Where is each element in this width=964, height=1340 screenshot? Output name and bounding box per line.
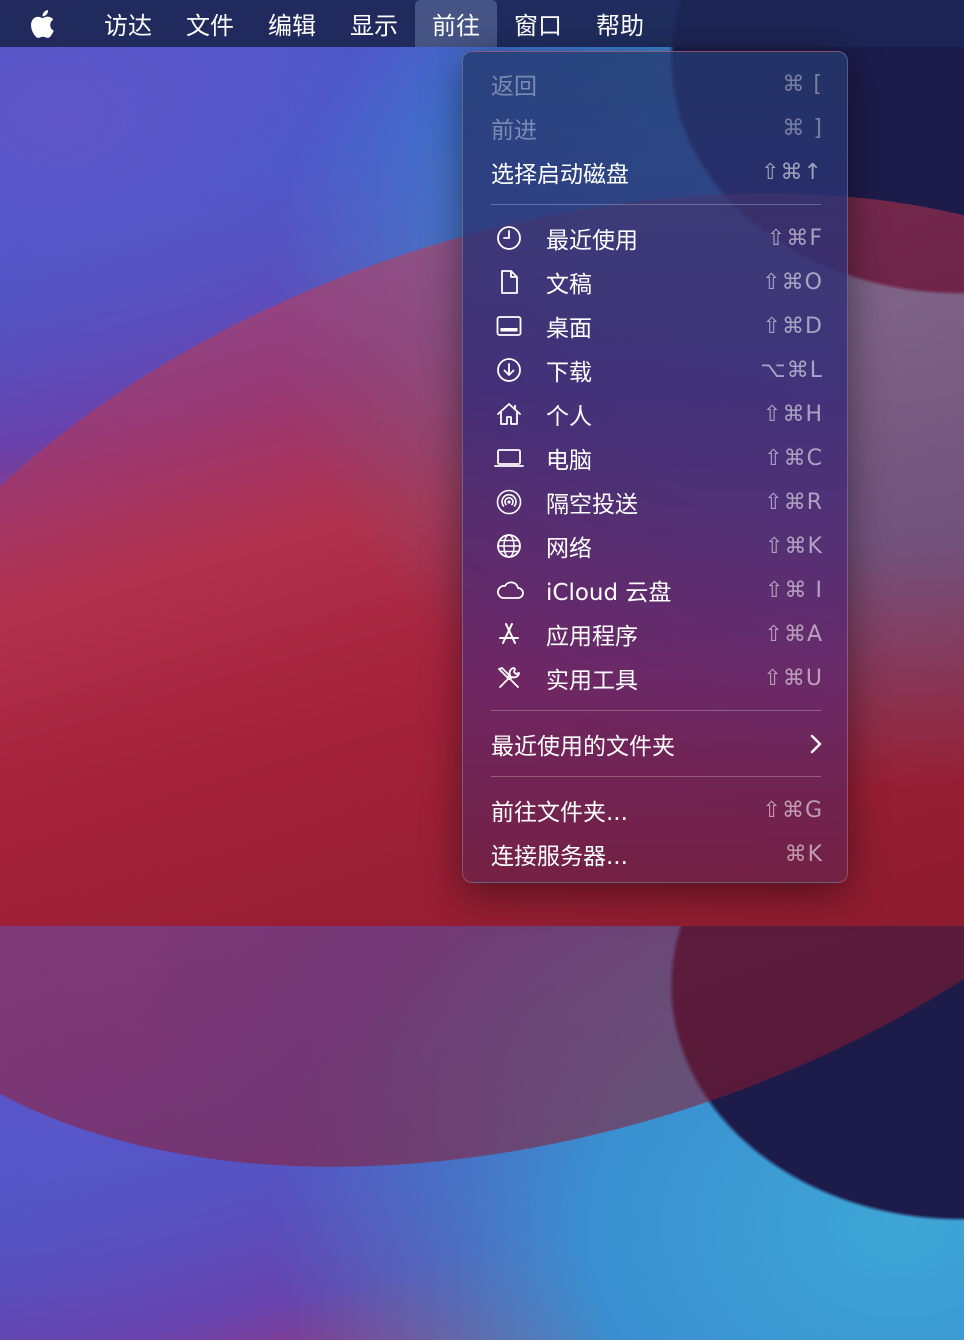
menu-item-computer[interactable]: 电脑 ⇧⌘C	[463, 436, 849, 480]
menu-item-downloads[interactable]: 下载 ⌥⌘L	[463, 348, 849, 392]
chevron-right-icon	[810, 734, 822, 754]
menu-item-label: 下载	[546, 360, 592, 386]
menu-item-label: 选择启动磁盘	[491, 162, 629, 188]
menu-item-forward: 前进 ⌘ ]	[463, 106, 849, 150]
laptop-icon	[494, 449, 524, 467]
menu-item-shortcut: ⇧⌘K	[765, 533, 823, 559]
menu-item-shortcut: ⌘ [	[782, 71, 823, 97]
menu-item-label: iCloud 云盘	[546, 580, 672, 606]
tools-icon	[498, 667, 520, 688]
menu-bar: 访达 文件 编辑 显示 前往 窗口 帮助	[0, 0, 964, 47]
document-icon	[501, 270, 518, 294]
menu-item-label: 网络	[546, 536, 592, 562]
menu-item-shortcut: ⇧⌘O	[762, 269, 823, 295]
menubar-go[interactable]: 前往	[415, 0, 497, 47]
menu-item-label: 前进	[491, 118, 537, 144]
menu-item-go-to-folder[interactable]: 前往文件夹... ⇧⌘G	[463, 788, 849, 832]
menu-item-icloud[interactable]: iCloud 云盘 ⇧⌘ I	[463, 568, 849, 612]
menu-item-shortcut: ⇧⌘ I	[765, 577, 823, 603]
menu-item-shortcut: ⇧⌘U	[763, 665, 823, 691]
home-icon	[497, 403, 521, 425]
menubar-finder[interactable]: 访达	[87, 0, 169, 47]
menubar-help[interactable]: 帮助	[579, 0, 661, 47]
menu-item-label: 应用程序	[546, 624, 638, 650]
desktop-icon	[496, 316, 522, 336]
menu-item-label: 隔空投送	[546, 492, 638, 518]
menu-item-label: 文稿	[546, 272, 592, 298]
menu-item-label: 连接服务器...	[491, 844, 628, 870]
menu-item-label: 电脑	[546, 448, 592, 474]
menubar-edit[interactable]: 编辑	[251, 0, 333, 47]
menu-item-desktop[interactable]: 桌面 ⇧⌘D	[463, 304, 849, 348]
menu-item-label: 最近使用的文件夹	[491, 734, 675, 760]
menu-item-shortcut: ⇧⌘A	[764, 621, 823, 647]
menu-item-shortcut: ⇧⌘↑	[761, 159, 823, 185]
menu-item-applications[interactable]: 应用程序 ⇧⌘A	[463, 612, 849, 656]
menu-item-label: 最近使用	[546, 228, 638, 254]
menu-item-utilities[interactable]: 实用工具 ⇧⌘U	[463, 656, 849, 700]
globe-icon	[497, 534, 521, 558]
menu-item-connect-server[interactable]: 连接服务器... ⌘K	[463, 832, 849, 876]
menu-item-documents[interactable]: 文稿 ⇧⌘O	[463, 260, 849, 304]
menu-item-airdrop[interactable]: 隔空投送 ⇧⌘R	[463, 480, 849, 524]
menu-separator	[491, 710, 821, 711]
menu-item-back: 返回 ⌘ [	[463, 62, 849, 106]
menu-item-home[interactable]: 个人 ⇧⌘H	[463, 392, 849, 436]
menu-item-label: 桌面	[546, 316, 592, 342]
menu-item-recents[interactable]: 最近使用 ⇧⌘F	[463, 216, 849, 260]
menu-item-shortcut: ⌥⌘L	[760, 357, 823, 383]
menu-item-recent-folders[interactable]: 最近使用的文件夹	[463, 722, 849, 766]
airdrop-icon	[496, 489, 522, 515]
menu-item-label: 个人	[546, 404, 592, 430]
menu-item-label: 返回	[491, 74, 537, 100]
menubar-view[interactable]: 显示	[333, 0, 415, 47]
menubar-window[interactable]: 窗口	[497, 0, 579, 47]
menu-item-shortcut: ⌘ ]	[782, 115, 823, 141]
menu-item-shortcut: ⇧⌘G	[762, 797, 823, 823]
menu-item-shortcut: ⇧⌘F	[766, 225, 823, 251]
menu-item-shortcut: ⇧⌘R	[764, 489, 823, 515]
menu-item-label: 前往文件夹...	[491, 800, 628, 826]
menubar-file[interactable]: 文件	[169, 0, 251, 47]
download-icon	[497, 358, 521, 382]
cloud-icon	[497, 581, 524, 599]
menu-item-shortcut: ⇧⌘H	[763, 401, 823, 427]
clock-icon	[497, 226, 521, 250]
menu-item-shortcut: ⇧⌘D	[762, 313, 823, 339]
menu-item-network[interactable]: 网络 ⇧⌘K	[463, 524, 849, 568]
apple-menu-icon[interactable]	[27, 8, 87, 40]
menu-item-label: 实用工具	[546, 668, 638, 694]
appstore-icon	[499, 623, 519, 644]
menu-separator	[491, 776, 821, 777]
menu-separator	[491, 204, 821, 205]
go-menu-dropdown: 返回 ⌘ [ 前进 ⌘ ] 选择启动磁盘 ⇧⌘↑ 最近使用 ⇧⌘F 文稿 ⇧⌘O…	[462, 51, 848, 883]
menu-item-shortcut: ⌘K	[784, 841, 823, 867]
menu-item-shortcut: ⇧⌘C	[764, 445, 823, 471]
menu-item-startup-disk[interactable]: 选择启动磁盘 ⇧⌘↑	[463, 150, 849, 194]
